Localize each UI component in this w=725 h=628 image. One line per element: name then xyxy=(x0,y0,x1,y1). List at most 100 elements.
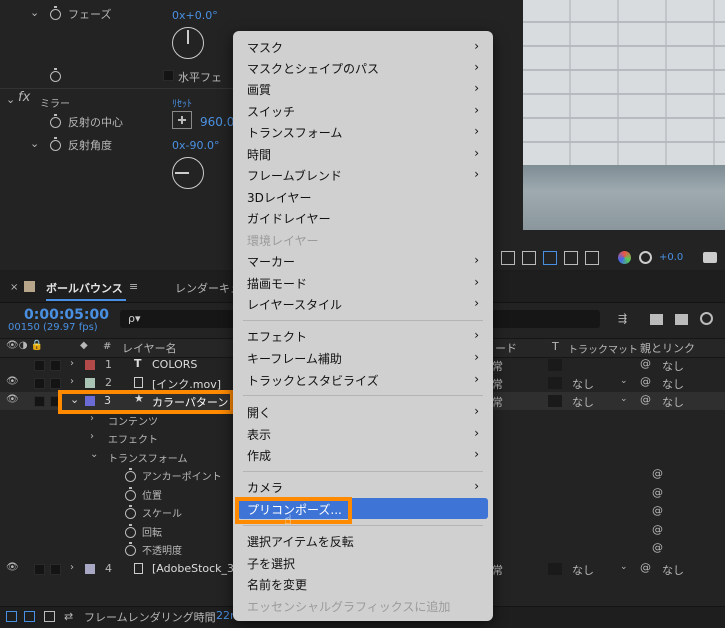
frame-blend-icon[interactable] xyxy=(675,314,688,325)
chevron-down-icon[interactable]: ⌄ xyxy=(620,376,628,386)
layer-mode[interactable]: 常 xyxy=(492,394,503,410)
track-matte-dropdown[interactable]: なし xyxy=(572,562,594,578)
menu-item-3d-layer[interactable]: 3Dレイヤー xyxy=(233,186,493,207)
reflection-angle-value[interactable]: 0x-90.0° xyxy=(172,139,219,152)
h-phase-checkbox[interactable] xyxy=(163,70,174,81)
preserve-transparency-toggle[interactable] xyxy=(548,563,562,575)
menu-item-frame-blend[interactable]: フレームブレンド › xyxy=(233,164,493,185)
mask-icon[interactable] xyxy=(585,251,599,265)
solo-switch[interactable] xyxy=(34,396,45,407)
reset-exposure-icon[interactable] xyxy=(639,251,652,264)
render-time-icon[interactable] xyxy=(44,611,55,622)
pickwhip-icon[interactable]: @ xyxy=(652,467,663,480)
twirl-arrow[interactable]: › xyxy=(90,431,94,442)
pickwhip-icon[interactable]: @ xyxy=(652,486,663,499)
prop-transform[interactable]: トランスフォーム xyxy=(108,450,188,465)
pickwhip-icon[interactable]: @ xyxy=(640,393,651,406)
stopwatch-icon[interactable] xyxy=(50,6,61,20)
menu-item-effect[interactable]: エフェクト › xyxy=(233,325,493,346)
menu-item-transform[interactable]: トランスフォーム › xyxy=(233,121,493,142)
eye-icon[interactable]: 👁 xyxy=(6,394,19,405)
lock-switch[interactable] xyxy=(50,360,61,371)
stopwatch-icon[interactable] xyxy=(50,114,61,128)
menu-item-time[interactable]: 時間 › xyxy=(233,143,493,164)
layer-mode[interactable]: 常 xyxy=(492,376,503,392)
toggle-modes-icon[interactable] xyxy=(24,611,35,622)
pickwhip-icon[interactable]: @ xyxy=(640,561,651,574)
chevron-down-icon[interactable]: ⌄ xyxy=(620,394,628,404)
pickwhip-icon[interactable]: @ xyxy=(652,504,663,517)
toggle-icon[interactable]: ⇄ xyxy=(64,610,73,623)
stopwatch-icon[interactable] xyxy=(125,524,136,538)
color-channels-icon[interactable] xyxy=(618,251,631,264)
label-color-swatch[interactable] xyxy=(85,378,95,388)
lock-switch[interactable] xyxy=(50,378,61,389)
pickwhip-icon[interactable]: @ xyxy=(640,375,651,388)
menu-item-create[interactable]: 作成 › xyxy=(233,444,493,465)
parent-dropdown[interactable]: なし xyxy=(662,376,684,392)
layer-name[interactable]: COLORS xyxy=(152,358,197,371)
menu-item-open[interactable]: 開く › xyxy=(233,401,493,422)
comp-flowchart-icon[interactable]: ⇶ xyxy=(618,312,627,325)
stopwatch-icon[interactable] xyxy=(125,542,136,556)
panel-menu-icon[interactable]: ≡ xyxy=(129,280,138,293)
phase-value[interactable]: 0x+0.0° xyxy=(172,9,218,22)
current-time[interactable]: 0:00:05:00 xyxy=(24,307,109,323)
angle-dial[interactable] xyxy=(172,157,204,189)
menu-item-mask[interactable]: マスク › xyxy=(233,36,493,57)
pickwhip-icon[interactable]: @ xyxy=(652,523,663,536)
menu-item-marker[interactable]: マーカー › xyxy=(233,250,493,271)
menu-item-show[interactable]: 表示 › xyxy=(233,423,493,444)
menu-item-select-children[interactable]: 子を選択 xyxy=(233,552,493,573)
layer-mode[interactable]: 常 xyxy=(492,562,503,578)
preserve-transparency-toggle[interactable] xyxy=(548,359,562,371)
twirl-arrow[interactable]: › xyxy=(70,562,74,573)
toggle-switches-icon[interactable] xyxy=(6,611,17,622)
phase-dial[interactable] xyxy=(172,27,204,59)
menu-item-keyframe-assistant[interactable]: キーフレーム補助 › xyxy=(233,347,493,368)
label-color-swatch[interactable] xyxy=(85,564,95,574)
fx-icon[interactable]: fx xyxy=(18,90,30,105)
solo-switch[interactable] xyxy=(34,378,45,389)
twirl-arrow[interactable]: ⌄ xyxy=(30,137,39,150)
prop-contents[interactable]: コンテンツ xyxy=(108,413,158,428)
twirl-arrow[interactable]: › xyxy=(70,376,74,387)
solo-switch[interactable] xyxy=(34,564,45,575)
eye-icon[interactable]: 👁 xyxy=(6,562,19,573)
menu-item-camera[interactable]: カメラ › xyxy=(233,476,493,497)
pickwhip-icon[interactable]: @ xyxy=(640,357,651,370)
lock-switch[interactable] xyxy=(50,564,61,575)
menu-item-track-stabilize[interactable]: トラックとスタビライズ › xyxy=(233,369,493,390)
stopwatch-icon[interactable] xyxy=(125,505,136,519)
menu-item-layer-style[interactable]: レイヤースタイル › xyxy=(233,293,493,314)
twirl-arrow[interactable]: ⌄ xyxy=(30,6,39,19)
shy-layers-icon[interactable] xyxy=(650,314,663,325)
tab-render-queue[interactable]: レンダーキュ xyxy=(175,280,241,296)
menu-item-quality[interactable]: 画質 › xyxy=(233,78,493,99)
crosshair-icon[interactable] xyxy=(172,111,192,129)
chevron-down-icon[interactable]: ⌄ xyxy=(620,562,628,572)
twirl-arrow-open[interactable]: ⌄ xyxy=(90,449,98,460)
menu-item-blend-mode[interactable]: 描画モード › xyxy=(233,272,493,293)
snapshot-icon[interactable] xyxy=(501,251,515,265)
stopwatch-icon[interactable] xyxy=(50,68,61,82)
tab-ballbounce[interactable]: ボールバウンス xyxy=(46,280,123,296)
prop-effects[interactable]: エフェクト xyxy=(108,431,158,446)
parent-dropdown[interactable]: なし xyxy=(662,562,684,578)
layer-mode[interactable]: 常 xyxy=(492,358,503,374)
transparency-grid-icon[interactable] xyxy=(564,251,578,265)
region-of-interest-icon[interactable] xyxy=(543,251,557,265)
solo-switch[interactable] xyxy=(34,360,45,371)
layer-name[interactable]: [AdobeStock_3 xyxy=(152,562,234,575)
stopwatch-icon[interactable] xyxy=(50,137,61,151)
header-layer-name[interactable]: レイヤー名 xyxy=(122,340,177,356)
track-matte-dropdown[interactable]: なし xyxy=(572,394,594,410)
stopwatch-icon[interactable] xyxy=(125,468,136,482)
track-matte-dropdown[interactable]: なし xyxy=(572,376,594,392)
preserve-transparency-toggle[interactable] xyxy=(548,395,562,407)
menu-item-invert-selection[interactable]: 選択アイテムを反転 xyxy=(233,530,493,551)
twirl-arrow[interactable]: › xyxy=(90,413,94,424)
reset-link[interactable]: ﾘｾｯﾄ xyxy=(172,95,192,110)
label-color-swatch[interactable] xyxy=(85,360,95,370)
menu-item-rename[interactable]: 名前を変更 xyxy=(233,573,493,594)
